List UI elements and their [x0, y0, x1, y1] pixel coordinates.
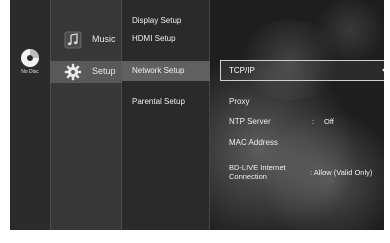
submenu-display-setup[interactable]: Display Setup [132, 16, 181, 25]
screen: No Disc Music Setup Display Setup HDMI S… [0, 0, 390, 243]
gear-icon [64, 63, 82, 81]
option-ntp-server[interactable]: NTP Server [229, 117, 271, 126]
option-tcp-ip-label: TCP/IP [229, 66, 255, 75]
option-ntp-server-value: Off [324, 117, 334, 126]
music-icon [64, 31, 82, 49]
disc-status-label: No Disc [21, 69, 39, 75]
category-setup[interactable]: Setup [50, 61, 122, 83]
background-glow [310, 0, 384, 60]
submenu-hdmi-setup[interactable]: HDMI Setup [132, 34, 176, 43]
submenu-parental-setup[interactable]: Parental Setup [132, 97, 185, 106]
category-music-label: Music [92, 34, 116, 44]
status-column: No Disc [10, 0, 50, 230]
arrow-left-icon [382, 66, 384, 74]
option-tcp-ip[interactable]: TCP/IP [220, 60, 384, 81]
option-proxy[interactable]: Proxy [229, 97, 249, 106]
option-bd-live-value: : Allow (Valid Only) [310, 168, 373, 177]
option-bd-live-label-line2: Connection [229, 172, 267, 181]
option-bd-live[interactable]: BD-LIVE Internet Connection [229, 163, 286, 181]
category-setup-label: Setup [92, 66, 116, 76]
option-bd-live-label-line1: BD-LIVE Internet [229, 163, 286, 172]
disc-icon [21, 49, 39, 67]
submenu-network-setup[interactable]: Network Setup [132, 66, 184, 75]
category-music[interactable]: Music [50, 29, 122, 51]
option-ntp-server-separator: : [312, 117, 315, 126]
disc-status: No Disc [13, 48, 47, 82]
setup-screen: No Disc Music Setup Display Setup HDMI S… [10, 0, 384, 230]
option-mac-address[interactable]: MAC Address [229, 138, 278, 147]
